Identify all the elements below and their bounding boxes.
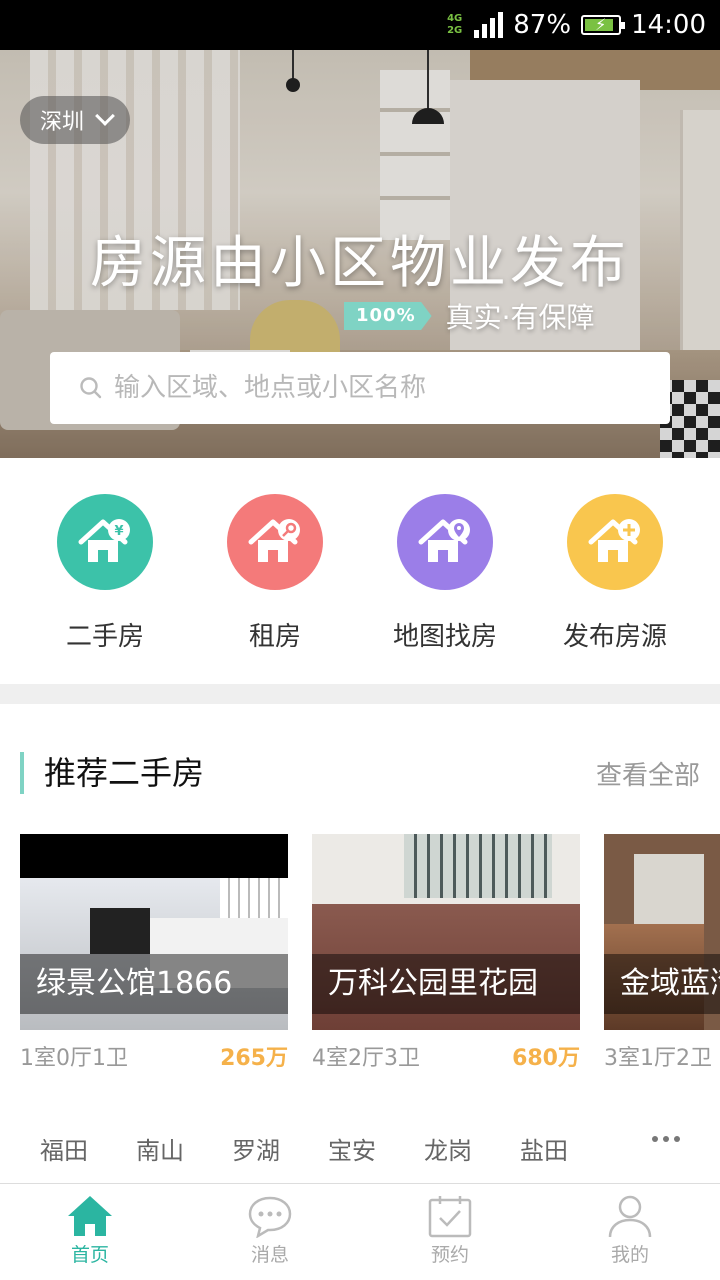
- tab-messages[interactable]: 消息: [180, 1184, 360, 1280]
- signal-icon: [474, 12, 504, 38]
- listing-layout: 4室2厅3卫: [312, 1046, 420, 1071]
- listing-price: 680万: [512, 1046, 580, 1071]
- search-icon: [80, 377, 102, 399]
- tab-label: 预约: [430, 1244, 469, 1266]
- percent-badge: 100%: [344, 302, 432, 330]
- category-rent[interactable]: 租房: [190, 458, 360, 684]
- photo-chair: [90, 908, 150, 954]
- listing-photo: 万科公园里花园: [312, 834, 580, 1030]
- listing-card[interactable]: 金域蓝湾 3室1厅2卫: [604, 834, 720, 1074]
- message-icon: [248, 1196, 292, 1238]
- house-key-icon: [227, 494, 323, 590]
- photo-window: [404, 834, 552, 898]
- tab-label: 我的: [610, 1244, 649, 1266]
- section-divider: [0, 684, 720, 704]
- calendar-check-icon: [428, 1196, 472, 1238]
- svg-text:¥: ¥: [114, 524, 123, 539]
- view-all-link[interactable]: 查看全部: [596, 755, 700, 792]
- district-nanshan[interactable]: 南山: [136, 1131, 184, 1166]
- district-futian[interactable]: 福田: [40, 1131, 88, 1166]
- hero-subtitle: 100% 真实·有保障: [344, 296, 595, 336]
- district-yantian[interactable]: 盐田: [520, 1131, 568, 1166]
- section-title: 推荐二手房: [20, 752, 204, 794]
- listing-meta: 3室1厅2卫: [604, 1040, 720, 1072]
- city-label: 深圳: [40, 110, 85, 135]
- listing-meta: 4室2厅3卫 680万: [312, 1040, 580, 1072]
- more-icon[interactable]: [652, 1136, 680, 1142]
- house-plus-icon: [567, 494, 663, 590]
- network-2g-label: 2G: [447, 25, 463, 36]
- listing-photo: 绿景公馆1866: [20, 834, 288, 1030]
- hero-banner: 深圳 房源由小区物业发布 100% 真实·有保障: [0, 50, 720, 458]
- city-selector[interactable]: 深圳: [20, 96, 131, 144]
- district-filter: 福田 南山 罗湖 宝安 龙岗 盐田: [40, 1128, 680, 1168]
- search-input[interactable]: [114, 373, 634, 403]
- listing-layout: 3室1厅2卫: [604, 1046, 712, 1071]
- clock: 14:00: [631, 10, 706, 40]
- listing-name: 金域蓝湾: [604, 954, 720, 1014]
- listing-card[interactable]: 万科公园里花园 4室2厅3卫 680万: [312, 834, 580, 1074]
- category-row: ¥ 二手房 租房 地图找房 发布房源: [0, 458, 720, 684]
- tab-label: 首页: [70, 1244, 109, 1266]
- status-bar: 4G 2G 87% ⚡ 14:00: [0, 0, 720, 50]
- house-yen-icon: ¥: [57, 494, 153, 590]
- search-bar[interactable]: [50, 352, 670, 424]
- category-label: 二手房: [65, 622, 144, 652]
- network-indicator: 4G 2G: [447, 13, 462, 37]
- tab-label: 消息: [250, 1244, 289, 1266]
- listing-name: 万科公园里花园: [312, 954, 580, 1014]
- listing-photo: 金域蓝湾: [604, 834, 720, 1030]
- hero-subtitle-text: 真实·有保障: [445, 301, 595, 334]
- tab-home[interactable]: 首页: [0, 1184, 180, 1280]
- category-label: 发布房源: [562, 622, 667, 652]
- category-label: 地图找房: [392, 622, 497, 652]
- district-luohu[interactable]: 罗湖: [232, 1131, 280, 1166]
- battery-icon: ⚡: [581, 15, 626, 35]
- district-longgang[interactable]: 龙岗: [424, 1131, 472, 1166]
- listing-price: 265万: [220, 1046, 288, 1071]
- user-icon: [608, 1195, 652, 1238]
- tab-profile[interactable]: 我的: [540, 1184, 720, 1280]
- listing-card[interactable]: 绿景公馆1866 1室0厅1卫 265万: [20, 834, 288, 1074]
- category-label: 租房: [248, 622, 301, 652]
- listing-meta: 1室0厅1卫 265万: [20, 1040, 288, 1072]
- bottom-tab-bar: 首页 消息 预约 我的: [0, 1183, 720, 1280]
- battery-percent: 87%: [513, 10, 572, 40]
- listing-name: 绿景公馆1866: [20, 954, 288, 1014]
- home-icon: [68, 1196, 112, 1236]
- district-baoan[interactable]: 宝安: [328, 1131, 376, 1166]
- listing-layout: 1室0厅1卫: [20, 1046, 128, 1071]
- network-4g-label: 4G: [447, 13, 463, 24]
- category-map[interactable]: 地图找房: [360, 458, 530, 684]
- house-location-icon: [397, 494, 493, 590]
- listing-carousel[interactable]: 绿景公馆1866 1室0厅1卫 265万 万科公园里花园 4室2厅3卫 680万…: [20, 834, 720, 1074]
- tab-appointments[interactable]: 预约: [360, 1184, 540, 1280]
- category-secondhand[interactable]: ¥ 二手房: [20, 458, 190, 684]
- chevron-down-icon: [95, 106, 115, 126]
- recommend-header: 推荐二手房 查看全部: [20, 748, 700, 798]
- category-publish[interactable]: 发布房源: [530, 458, 700, 684]
- photo-window: [634, 854, 704, 934]
- hero-title: 房源由小区物业发布: [90, 231, 630, 296]
